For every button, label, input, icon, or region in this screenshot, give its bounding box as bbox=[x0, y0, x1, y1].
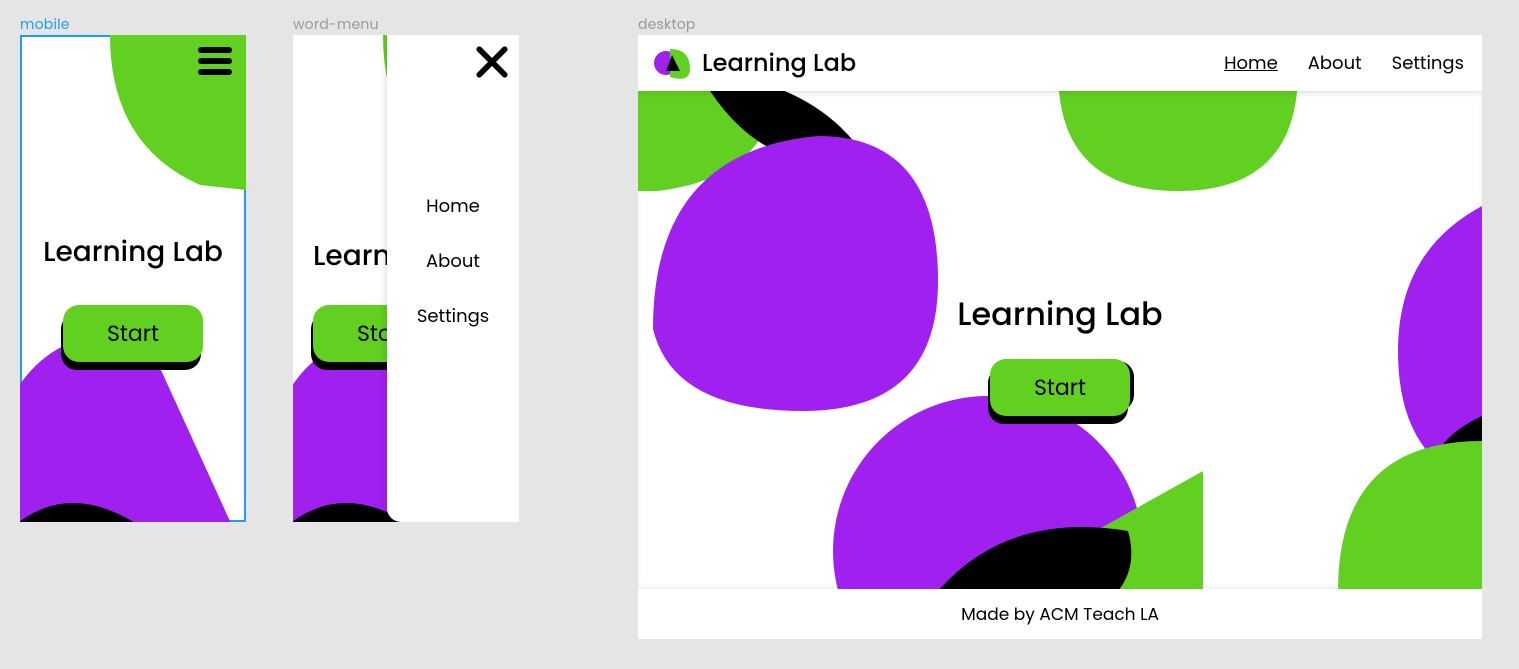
frame-desktop[interactable]: Learning Lab Home About Settings bbox=[638, 35, 1482, 639]
frame-label-word-menu: word-menu bbox=[293, 14, 379, 35]
hero-title: Learning Lab bbox=[638, 291, 1482, 339]
nav-link-home[interactable]: Home bbox=[426, 193, 480, 220]
navbar: Learning Lab Home About Settings bbox=[638, 35, 1482, 91]
frame-mobile[interactable]: Learning Lab Start bbox=[20, 35, 246, 522]
hero-title: Learning Lab bbox=[20, 235, 246, 269]
nav-drawer: Home About Settings bbox=[387, 35, 519, 522]
hamburger-bar-icon bbox=[198, 58, 232, 64]
nav-link-settings[interactable]: Settings bbox=[417, 303, 489, 330]
nav-link-home[interactable]: Home bbox=[1224, 50, 1278, 77]
frame-label-desktop: desktop bbox=[638, 14, 696, 35]
brand-logo-icon bbox=[652, 43, 692, 83]
hamburger-bar-icon bbox=[198, 47, 232, 53]
close-icon bbox=[475, 45, 509, 79]
brand: Learning Lab bbox=[652, 43, 856, 83]
footer: Made by ACM Teach LA bbox=[638, 589, 1482, 639]
close-menu-button[interactable] bbox=[475, 45, 509, 79]
nav-link-about[interactable]: About bbox=[426, 248, 480, 275]
frame-label-mobile: mobile bbox=[20, 14, 70, 35]
footer-text: Made by ACM Teach LA bbox=[961, 601, 1159, 627]
start-button[interactable]: Start bbox=[990, 359, 1130, 416]
nav-link-about[interactable]: About bbox=[1308, 50, 1362, 77]
hamburger-bar-icon bbox=[198, 69, 232, 75]
brand-title: Learning Lab bbox=[702, 46, 856, 81]
nav-link-settings[interactable]: Settings bbox=[1392, 50, 1464, 77]
decorative-blobs bbox=[20, 35, 246, 522]
decorative-blobs bbox=[638, 91, 1482, 589]
hamburger-menu-button[interactable] bbox=[198, 47, 232, 75]
frame-word-menu[interactable]: Learning Lab Start Home About Settings bbox=[293, 35, 519, 522]
hero-canvas: Learning Lab Start bbox=[638, 91, 1482, 589]
start-button[interactable]: Start bbox=[63, 305, 203, 362]
